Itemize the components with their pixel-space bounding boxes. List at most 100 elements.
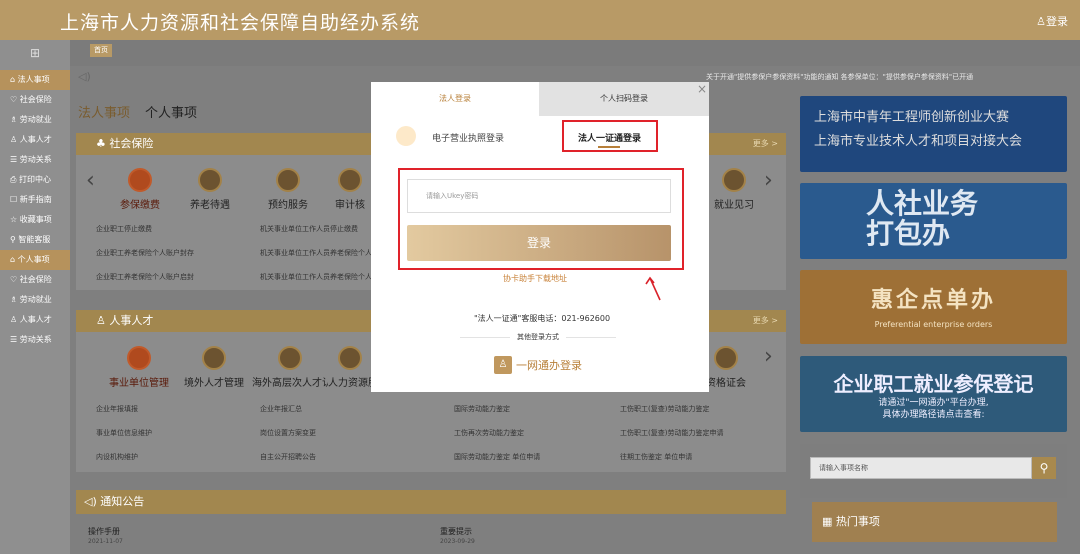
banner-package-service[interactable]: 人社业务 打包办	[800, 183, 1067, 259]
highlight-box	[562, 120, 658, 152]
notice-section-bar: ◁) 通知公告	[76, 490, 786, 514]
section-title: ♣ 社会保险	[96, 137, 154, 150]
sidebar-item-employment[interactable]: ♗ 劳动就业	[0, 110, 70, 130]
ywtb-logo-icon[interactable]: ♙	[494, 356, 512, 374]
chevron-right-icon[interactable]: ›	[764, 168, 773, 193]
home-icon	[198, 168, 222, 192]
home-icon	[722, 168, 746, 192]
sidebar-item-employment-2[interactable]: ♗ 劳动就业	[0, 290, 70, 310]
banner-enterprise-orders[interactable]: 惠企点单办 Preferential enterprise orders	[800, 270, 1067, 344]
service-institution[interactable]: 事业单位管理	[106, 346, 172, 389]
hot-items-button[interactable]: ▦ 热门事项	[812, 502, 1057, 542]
user-icon	[202, 346, 226, 370]
notice-item-title[interactable]: 重要提示	[440, 526, 472, 537]
tab-legal-login[interactable]: 法人登录	[371, 82, 539, 116]
list-item[interactable]: 机关事业单位工作人员停止缴费	[260, 224, 358, 238]
user-icon	[278, 346, 302, 370]
sidebar-item-social-2[interactable]: ♡ 社会保险	[0, 270, 70, 290]
ukey-password-input[interactable]: 请输入Ukey密码	[407, 179, 671, 213]
list-item[interactable]: 企业职工养老保险个人账户启封	[96, 272, 194, 286]
banner-line: 惠企点单办	[870, 288, 996, 313]
list-item[interactable]: 工伤职工(复查)劳动能力鉴定申请	[620, 428, 723, 442]
sidebar-item-service[interactable]: ⚲ 智能客服	[0, 230, 70, 250]
list-item[interactable]: 往期工伤鉴定 单位申请	[620, 452, 692, 466]
red-arrow-annotation	[645, 276, 661, 301]
other-methods-label: 其他登录方式	[517, 333, 559, 341]
list-item[interactable]: 工伤再次劳动能力鉴定	[454, 428, 524, 442]
service-audit[interactable]: 审计核	[330, 168, 370, 211]
list-item[interactable]: 国际劳动能力鉴定 单位申请	[454, 452, 540, 466]
tab-legal-affairs[interactable]: 法人事项	[78, 102, 130, 121]
list-item[interactable]: 企业职工养老保险个人账户封存	[96, 248, 194, 262]
sidebar-item-labor[interactable]: ☰ 劳动关系	[0, 150, 70, 170]
divider	[566, 337, 616, 338]
tab-home[interactable]: 首页	[90, 44, 112, 57]
banner-employment-registration[interactable]: 企业职工就业参保登记 请通过"一网通办"平台办理, 具体办理路径请点击查看:	[800, 356, 1067, 432]
list-item[interactable]: 企业年报汇总	[260, 404, 302, 418]
list-item[interactable]: 国际劳动能力鉴定	[454, 404, 510, 418]
list-item[interactable]: 事业单位信息维护	[96, 428, 152, 442]
sidebar-item-labor-2[interactable]: ☰ 劳动关系	[0, 330, 70, 350]
notice-ticker[interactable]: 关于开通"提供参保户参保资料"功能的通知 各参保单位："提供参保户参保资料"已开…	[706, 72, 1080, 82]
service-pension[interactable]: 养老待遇	[180, 168, 240, 211]
helper-download-link[interactable]: 协卡助手下载地址	[503, 273, 567, 284]
chevron-left-icon[interactable]: ‹	[86, 168, 95, 193]
ywtb-login-link[interactable]: 一网通办登录	[516, 357, 582, 373]
notice-item-title[interactable]: 操作手册	[88, 526, 120, 537]
search-input[interactable]: 请输入事项名称	[810, 457, 1032, 479]
banner-line: 人社业务	[866, 187, 979, 220]
chevron-right-icon[interactable]: ›	[764, 344, 773, 369]
banner-subline: Preferential enterprise orders	[874, 320, 993, 329]
notice-item-date: 2021-11-07	[88, 538, 123, 545]
section-title: ♙ 人事人才	[96, 314, 154, 327]
hotline-text: "法人一证通"客服电话：021-962600	[474, 314, 611, 323]
service-payment[interactable]: 参保缴费	[110, 168, 170, 211]
sidebar-item-print[interactable]: ⎙ 打印中心	[0, 170, 70, 190]
tab-strip	[70, 40, 1080, 66]
list-item[interactable]: 工伤职工(复查)劳动能力鉴定	[620, 404, 709, 418]
divider	[460, 337, 510, 338]
service-foreign-talent[interactable]: 境外人才管理	[184, 346, 244, 389]
tab-personal-affairs[interactable]: 个人事项	[145, 102, 197, 121]
sidebar: ⊞ ⌂ 法人事项 ♡ 社会保险 ♗ 劳动就业 ♙ 人事人才 ☰ 劳动关系 ⎙ 打…	[0, 40, 70, 554]
service-hr-service[interactable]: 人力资源服	[328, 346, 372, 389]
sidebar-item-hr-2[interactable]: ♙ 人事人才	[0, 310, 70, 330]
sidebar-item-legal[interactable]: ⌂ 法人事项	[0, 70, 70, 90]
list-item[interactable]: 企业职工停止缴费	[96, 224, 152, 238]
tab-personal-scan-login[interactable]: 个人扫码登录	[539, 82, 709, 116]
sidebar-item-favorites[interactable]: ☆ 收藏事项	[0, 210, 70, 230]
banner-subline: 具体办理路径请点击查看:	[882, 410, 985, 420]
banner-engineer-contest[interactable]: 上海市中青年工程师创新创业大赛 上海市专业技术人才和项目对接大会	[800, 96, 1067, 172]
banner-line: 上海市专业技术人才和项目对接大会	[814, 134, 1023, 149]
app-title: 上海市人力资源和社会保障自助经办系统	[60, 12, 421, 34]
close-icon[interactable]: ×	[697, 82, 707, 96]
home-icon	[128, 168, 152, 192]
more-link[interactable]: 更多 >	[753, 310, 778, 332]
search-icon[interactable]: ⚲	[1032, 457, 1056, 479]
banner-line: 企业职工就业参保登记	[833, 372, 1034, 396]
sidebar-item-social[interactable]: ♡ 社会保险	[0, 90, 70, 110]
menu-toggle-icon[interactable]: ⊞	[0, 40, 70, 66]
sidebar-item-personal[interactable]: ⌂ 个人事项	[0, 250, 70, 270]
service-internship[interactable]: 就业见习	[704, 168, 764, 211]
service-appointment[interactable]: 预约服务	[258, 168, 318, 211]
service-overseas-talent[interactable]: 海外高层次人才认	[252, 346, 328, 389]
home-icon	[338, 168, 362, 192]
option-business-license-login[interactable]: 电子营业执照登录	[432, 131, 504, 144]
user-icon	[338, 346, 362, 370]
login-button[interactable]: 登录	[407, 225, 671, 261]
banner-line: 打包办	[866, 217, 951, 250]
list-item[interactable]: 企业年报填报	[96, 404, 138, 418]
list-item[interactable]: 岗位设置方案变更	[260, 428, 316, 442]
decorative-circle	[396, 126, 416, 146]
list-item[interactable]: 内设机构维护	[96, 452, 138, 466]
sidebar-item-guide[interactable]: ☐ 新手指南	[0, 190, 70, 210]
banner-line: 上海市中青年工程师创新创业大赛	[814, 110, 1010, 125]
home-icon	[276, 168, 300, 192]
notice-item-date: 2023-09-29	[440, 538, 475, 545]
sidebar-item-hr[interactable]: ♙ 人事人才	[0, 130, 70, 150]
more-link[interactable]: 更多 >	[753, 133, 778, 155]
list-item[interactable]: 自主公开招聘公告	[260, 452, 316, 466]
user-icon	[714, 346, 738, 370]
login-link[interactable]: ♙登录	[1036, 13, 1068, 29]
